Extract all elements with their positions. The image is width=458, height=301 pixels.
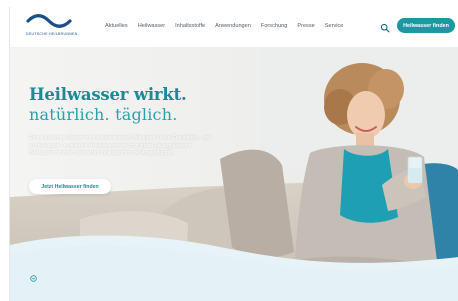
nav-item-aktuelles[interactable]: Aktuelles: [105, 22, 128, 30]
main-nav: Aktuelles Heilwasser Inhaltsstoffe Anwen…: [105, 22, 353, 30]
nav-item-anwendungen[interactable]: Anwendungen: [215, 22, 251, 30]
hero-section: Heilwasser wirkt. natürlich. täglich. Re…: [10, 47, 458, 301]
nav-item-inhaltsstoffe[interactable]: Inhaltsstoffe: [175, 22, 205, 30]
search-icon: [380, 23, 390, 33]
logo-text: DEUTSCHE HEILBRUNNEN: [26, 32, 78, 36]
logo-wave-icon: [26, 14, 72, 28]
site-header: DEUTSCHE HEILBRUNNEN Aktuelles Heilwasse…: [10, 7, 458, 47]
scroll-down-button[interactable]: [30, 269, 37, 282]
browser-frame: DEUTSCHE HEILBRUNNEN Aktuelles Heilwasse…: [9, 7, 458, 301]
logo[interactable]: DEUTSCHE HEILBRUNNEN: [26, 13, 78, 41]
nav-item-service[interactable]: Service: [325, 22, 344, 30]
chevron-circle-icon: [30, 275, 37, 282]
nav-item-presse[interactable]: Presse: [297, 22, 314, 30]
nav-item-forschung[interactable]: Forschung: [261, 22, 287, 30]
bottom-wave: [10, 235, 458, 301]
find-heilwasser-button[interactable]: Heilwasser finden: [397, 18, 455, 33]
search-button[interactable]: [380, 20, 390, 33]
nav-item-heilwasser[interactable]: Heilwasser: [138, 22, 165, 30]
